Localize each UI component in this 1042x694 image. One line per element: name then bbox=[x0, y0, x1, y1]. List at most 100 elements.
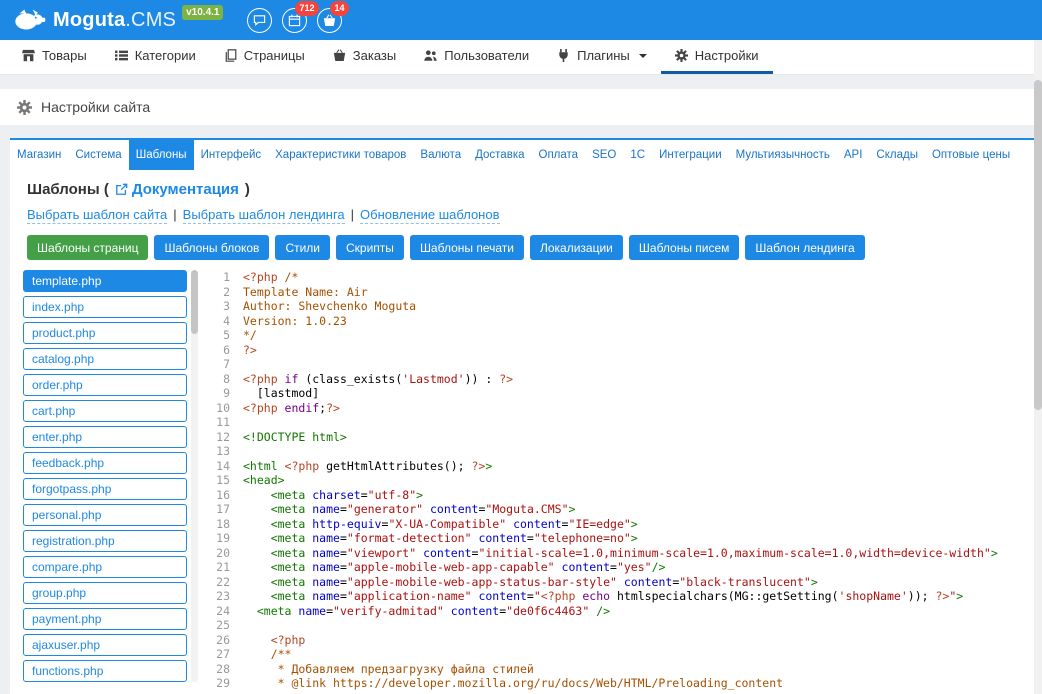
nav-item-categories[interactable]: Категории bbox=[101, 40, 210, 74]
tab-seo[interactable]: SEO bbox=[585, 140, 623, 170]
code-text: <meta http-equiv="X-UA-Compatible" conte… bbox=[270, 516, 638, 531]
line-number: 20 bbox=[216, 545, 230, 560]
button-block-templates[interactable]: Шаблоны блоков bbox=[154, 235, 270, 260]
code-text: <meta name="apple-mobile-web-app-status-… bbox=[270, 574, 818, 589]
link-update-templates[interactable]: Обновление шаблонов bbox=[360, 207, 500, 224]
code-line-9: 9 [lastmod] bbox=[213, 386, 1034, 401]
chat-button[interactable] bbox=[247, 7, 273, 33]
code-editor[interactable]: 1 <?php /* 2 Template Name: Air 3 Author: She… bbox=[213, 270, 1034, 694]
nav-item-label: Страницы bbox=[243, 48, 305, 63]
categories-icon bbox=[114, 49, 128, 62]
code-line-18: 18 <meta http-equiv="X-UA-Compatible" co… bbox=[213, 517, 1034, 532]
chat-icon bbox=[253, 14, 266, 27]
tab-payment[interactable]: Оплата bbox=[532, 140, 586, 170]
code-text: <?php bbox=[270, 632, 306, 647]
tab-system[interactable]: Система bbox=[68, 140, 128, 170]
link-choose-landing-template[interactable]: Выбрать шаблон лендинга bbox=[182, 207, 345, 224]
nav-item-users[interactable]: Пользователи bbox=[410, 40, 543, 74]
moguta-pig-icon bbox=[12, 8, 46, 32]
line-number: 6 bbox=[223, 342, 230, 357]
page-scrollbar[interactable] bbox=[1034, 40, 1042, 694]
file-forgotpass.php[interactable]: forgotpass.php bbox=[23, 478, 187, 500]
quick-links: Выбрать шаблон сайта | Выбрать шаблон ленд… bbox=[27, 207, 1034, 224]
tab-api[interactable]: API bbox=[837, 140, 870, 170]
link-choose-site-template[interactable]: Выбрать шаблон сайта bbox=[27, 207, 168, 224]
nav-item-label: Категории bbox=[134, 48, 196, 63]
cart-button[interactable]: 14 bbox=[317, 0, 349, 33]
button-scripts[interactable]: Скрипты bbox=[336, 235, 404, 260]
code-line-7: 7 bbox=[213, 357, 1034, 372]
file-template.php[interactable]: template.php bbox=[23, 270, 187, 292]
code-line-24: 24 <meta name="verify-admitad" content="… bbox=[213, 604, 1034, 619]
nav-item-settings[interactable]: Настройки bbox=[660, 40, 773, 74]
code-text: <?php if (class_exists('Lastmod')) : ?> bbox=[243, 371, 514, 386]
tab-interface[interactable]: Интерфейс bbox=[194, 140, 269, 170]
tab-product-features[interactable]: Характеристики товаров bbox=[268, 140, 413, 170]
file-ajaxuser.php[interactable]: ajaxuser.php bbox=[23, 634, 187, 656]
file-personal.php[interactable]: personal.php bbox=[23, 504, 187, 526]
line-number: 28 bbox=[216, 661, 230, 676]
file-feedback.php[interactable]: feedback.php bbox=[23, 452, 187, 474]
code-line-19: 19 <meta name="format-detection" content… bbox=[213, 531, 1034, 546]
code-line-17: 17 <meta name="generator" content="Mogut… bbox=[213, 502, 1034, 517]
line-number: 21 bbox=[216, 560, 230, 574]
brand-logo[interactable]: Moguta.CMS v10.4.1 bbox=[12, 4, 224, 36]
line-number: 16 bbox=[216, 487, 230, 502]
button-localizations[interactable]: Локализации bbox=[529, 235, 623, 260]
file-list-scrollbar-thumb[interactable] bbox=[191, 270, 198, 334]
line-number: 7 bbox=[223, 357, 230, 371]
code-text: <html <?php getHtmlAttributes(); ?>> bbox=[243, 458, 493, 473]
file-group.php[interactable]: group.php bbox=[23, 582, 187, 604]
code-text: */ bbox=[243, 328, 257, 342]
code-text: Template Name: Air bbox=[243, 284, 368, 299]
calendar-button[interactable]: 712 bbox=[282, 0, 319, 33]
tab-delivery[interactable]: Доставка bbox=[468, 140, 531, 170]
tab-1c[interactable]: 1С bbox=[623, 140, 652, 170]
tab-warehouses[interactable]: Склады bbox=[869, 140, 925, 170]
file-list-scrollbar[interactable] bbox=[191, 270, 198, 682]
tab-integrations[interactable]: Интеграции bbox=[652, 140, 729, 170]
code-text: <meta name="application-name" content="<… bbox=[270, 589, 964, 603]
tab-store[interactable]: Магазин bbox=[10, 140, 68, 170]
file-registration.php[interactable]: registration.php bbox=[23, 530, 187, 552]
line-number: 13 bbox=[216, 444, 230, 458]
file-index.php[interactable]: index.php bbox=[23, 296, 187, 318]
tab-currency[interactable]: Валюта bbox=[413, 140, 468, 170]
line-number: 19 bbox=[216, 531, 230, 545]
line-number: 24 bbox=[216, 603, 230, 618]
file-enter.php[interactable]: enter.php bbox=[23, 426, 187, 448]
code-line-23: 23 <meta name="application-name" content… bbox=[213, 589, 1034, 604]
nav-item-products[interactable]: Товары bbox=[8, 40, 101, 74]
button-landing-template[interactable]: Шаблон лендинга bbox=[745, 235, 865, 260]
line-number: 22 bbox=[216, 574, 230, 589]
file-compare.php[interactable]: compare.php bbox=[23, 556, 187, 578]
line-number: 12 bbox=[216, 429, 230, 444]
button-print-templates[interactable]: Шаблоны печати bbox=[409, 235, 524, 260]
file-payment.php[interactable]: payment.php bbox=[23, 608, 187, 630]
file-product.php[interactable]: product.php bbox=[23, 322, 187, 344]
file-order.php[interactable]: order.php bbox=[23, 374, 187, 396]
button-page-templates[interactable]: Шаблоны страниц bbox=[27, 235, 149, 260]
top-bar: Moguta.CMS v10.4.1 712 14 bbox=[0, 0, 1042, 40]
tab-wholesale-prices[interactable]: Оптовые цены bbox=[925, 140, 1017, 170]
nav-item-pages[interactable]: Страницы bbox=[210, 40, 319, 74]
code-text: * Добавляем предзагрузку файла стилей bbox=[243, 661, 534, 676]
page-title-bar: Настройки сайта bbox=[0, 89, 1042, 125]
line-number: 2 bbox=[223, 284, 230, 299]
shop-icon bbox=[22, 49, 35, 62]
file-functions.php[interactable]: functions.php bbox=[23, 660, 187, 682]
nav-item-plugins[interactable]: Плагины bbox=[543, 40, 661, 74]
main-nav: Товары Категории Страницы Заказы Пользовател… bbox=[0, 40, 1042, 75]
documentation-link[interactable]: Документация bbox=[115, 181, 239, 198]
file-catalog.php[interactable]: catalog.php bbox=[23, 348, 187, 370]
code-text: <meta name="format-detection" content="t… bbox=[270, 531, 638, 545]
button-styles[interactable]: Стили bbox=[275, 235, 331, 260]
page-scrollbar-thumb[interactable] bbox=[1034, 80, 1042, 410]
tab-multilanguage[interactable]: Мультиязычность bbox=[729, 140, 837, 170]
button-email-templates[interactable]: Шаблоны писем bbox=[628, 235, 740, 260]
tab-templates[interactable]: Шаблоны bbox=[128, 140, 194, 170]
file-cart.php[interactable]: cart.php bbox=[23, 400, 187, 422]
nav-item-orders[interactable]: Заказы bbox=[319, 40, 410, 74]
